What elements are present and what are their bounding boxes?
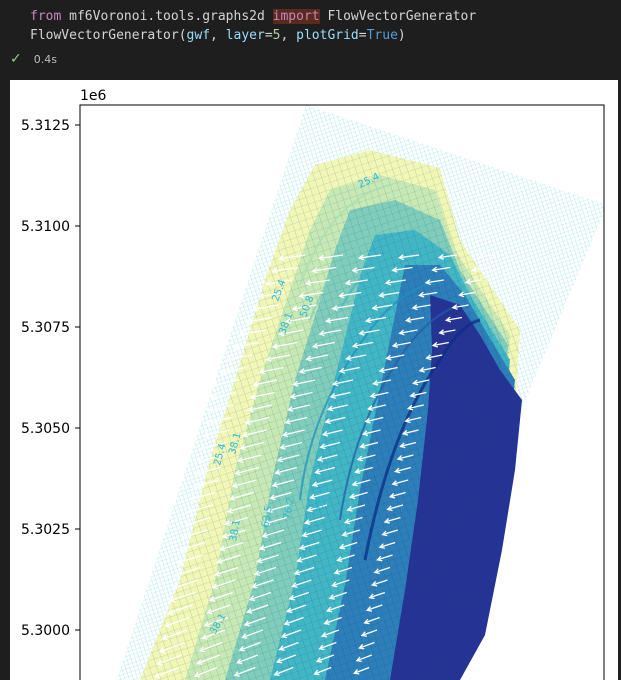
code-cell[interactable]: from mf6Voronoi.tools.graphs2d import Fl… <box>0 0 621 74</box>
y-tick-label: 5.3025 <box>21 522 70 538</box>
imported-name: FlowVectorGenerator <box>327 9 477 24</box>
code-line-1: from mf6Voronoi.tools.graphs2d import Fl… <box>30 8 476 26</box>
axis-exponent: 1e6 <box>80 88 107 104</box>
plot-area: 25.425.438.150.825.438.138.163.5 76.2 88.9… <box>116 105 604 680</box>
param-layer: layer <box>225 28 265 43</box>
value-plotgrid: True <box>366 28 398 43</box>
execution-status: ✓ 0.4s <box>10 50 57 68</box>
flow-vector-plot: 25.425.438.150.825.438.138.163.5 76.2 88.9… <box>21 88 605 680</box>
param-plotgrid: plotGrid <box>296 28 359 43</box>
function-call: FlowVectorGenerator <box>30 28 179 43</box>
y-axis: 5.3125 5.3100 5.3075 5.3050 5.3025 5.3000 <box>21 118 80 639</box>
y-tick-label: 5.3100 <box>21 219 70 235</box>
code-line-2: FlowVectorGenerator(gwf, layer=5, plotGr… <box>30 27 406 45</box>
separator: , <box>210 28 226 43</box>
separator: , <box>280 28 297 43</box>
y-tick-label: 5.3125 <box>21 118 70 134</box>
execution-time: 0.4s <box>33 52 57 66</box>
y-tick-label: 5.3075 <box>21 320 70 336</box>
equals: = <box>264 28 273 43</box>
y-tick-label: 5.3000 <box>21 623 70 639</box>
keyword-import: import <box>272 9 320 24</box>
module-name: mf6Voronoi.tools.graphs2d <box>69 9 265 24</box>
arg-gwf: gwf <box>186 28 211 43</box>
plot-output: 25.4 25.4 38.1 50.8 25.4 38.1 38.1 63.5 76.2 88.9… <box>10 80 618 680</box>
paren-open: ( <box>178 28 187 43</box>
equals: = <box>358 28 367 43</box>
y-tick-label: 5.3050 <box>21 421 70 437</box>
paren-close: ) <box>397 28 406 43</box>
check-icon: ✓ <box>10 51 22 67</box>
keyword-from: from <box>30 9 62 24</box>
